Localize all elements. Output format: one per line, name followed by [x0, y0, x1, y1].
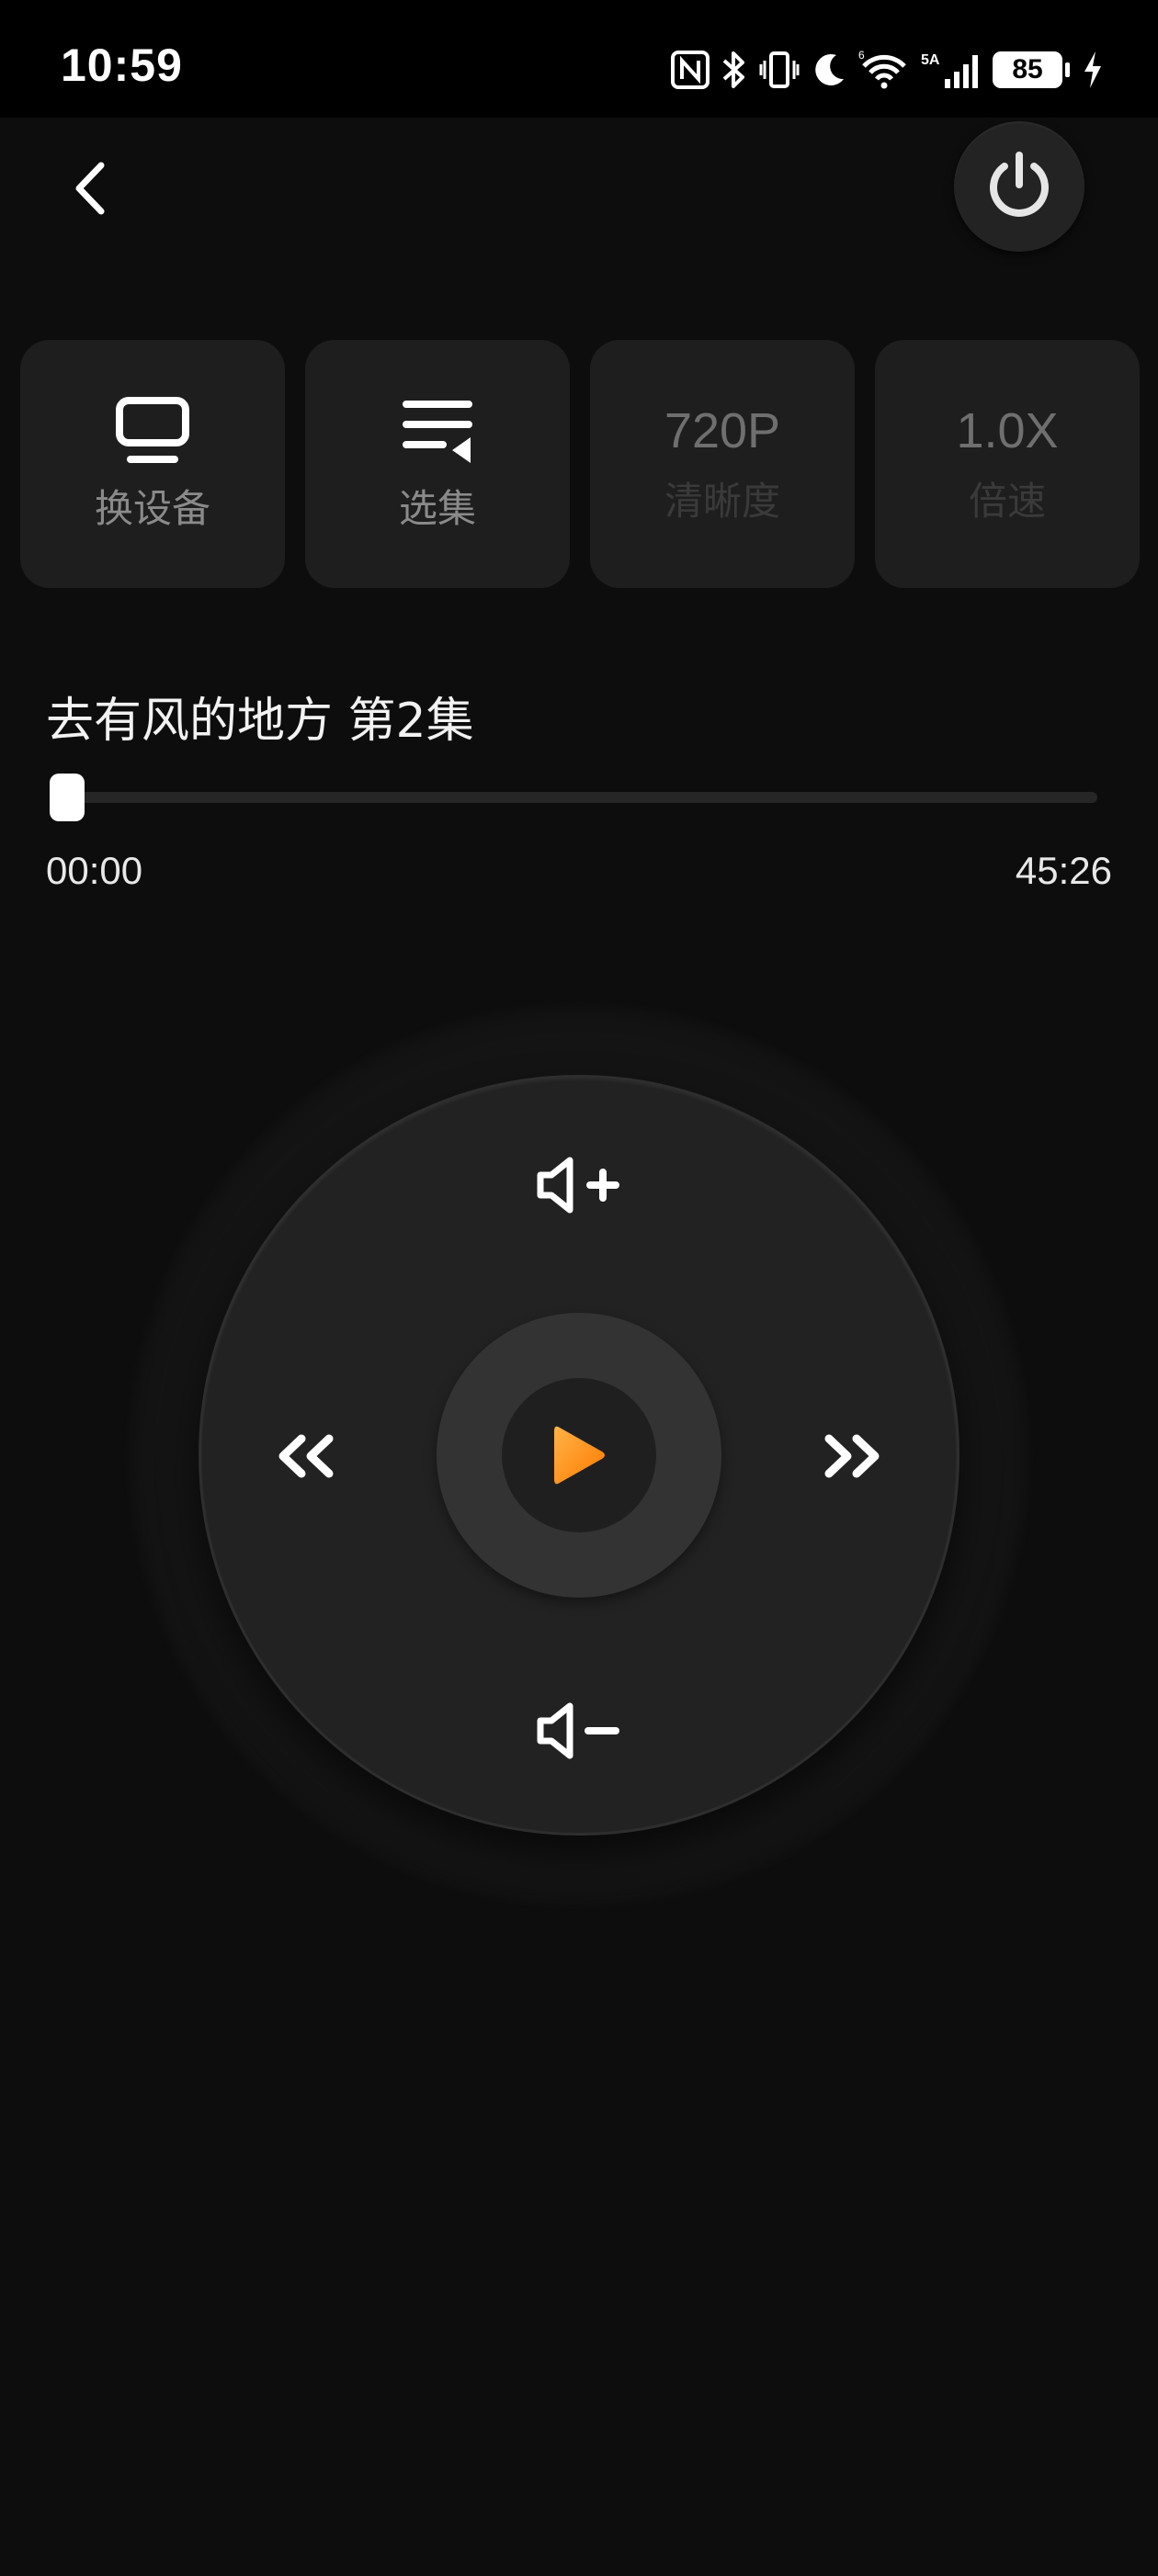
- speed-button[interactable]: 1.0X 倍速: [875, 340, 1140, 588]
- signal-5a-icon: 5A: [921, 50, 982, 90]
- speed-label: 倍速: [968, 478, 1046, 524]
- bluetooth-icon: [721, 50, 748, 90]
- fast-forward-icon: [824, 1434, 880, 1478]
- rewind-icon: [278, 1434, 334, 1478]
- play-icon: [554, 1426, 605, 1485]
- chevron-left-icon: [75, 162, 105, 215]
- switch-device-label: 换设备: [94, 485, 210, 531]
- status-time: 10:59: [61, 40, 183, 91]
- total-time: 45:26: [1015, 849, 1112, 892]
- progress-thumb[interactable]: [50, 774, 85, 821]
- power-button[interactable]: [954, 121, 1084, 252]
- svg-text:5A: 5A: [921, 52, 940, 68]
- playlist-icon: [403, 400, 472, 463]
- resolution-button[interactable]: 720P 清晰度: [590, 340, 855, 588]
- battery-icon: 85: [993, 51, 1070, 88]
- volume-down-button[interactable]: [524, 1694, 634, 1768]
- play-button[interactable]: [502, 1378, 656, 1532]
- episode-select-button[interactable]: 选集: [305, 340, 570, 588]
- volume-down-icon: [537, 1702, 619, 1759]
- control-tiles: 换设备 选集 720P 清晰度 1.0X 倍速: [20, 340, 1140, 588]
- nfc-icon: [671, 51, 710, 89]
- fast-forward-button[interactable]: [807, 1424, 899, 1488]
- charging-icon: [1083, 50, 1103, 90]
- resolution-label: 清晰度: [664, 478, 780, 524]
- monitor-icon: [116, 396, 189, 463]
- episode-title: 去有风的地方 第2集: [46, 694, 474, 749]
- episode-select-label: 选集: [398, 485, 476, 531]
- status-bar: 10:59 6 5A 85: [0, 0, 1158, 118]
- progress-bar[interactable]: [51, 792, 1097, 803]
- power-icon: [990, 152, 1049, 217]
- status-icons: 6 5A 85: [671, 46, 1103, 94]
- speed-value: 1.0X: [956, 402, 1059, 458]
- back-button[interactable]: [64, 156, 119, 220]
- rewind-button[interactable]: [259, 1424, 351, 1488]
- volume-up-button[interactable]: [524, 1148, 634, 1222]
- vibrate-icon: [759, 50, 800, 90]
- switch-device-button[interactable]: 换设备: [20, 340, 285, 588]
- current-time: 00:00: [46, 849, 143, 892]
- wifi-icon: 6: [858, 50, 910, 90]
- volume-up-icon: [537, 1157, 619, 1214]
- moon-icon: [811, 51, 847, 88]
- svg-text:6: 6: [858, 50, 865, 62]
- resolution-value: 720P: [664, 402, 781, 458]
